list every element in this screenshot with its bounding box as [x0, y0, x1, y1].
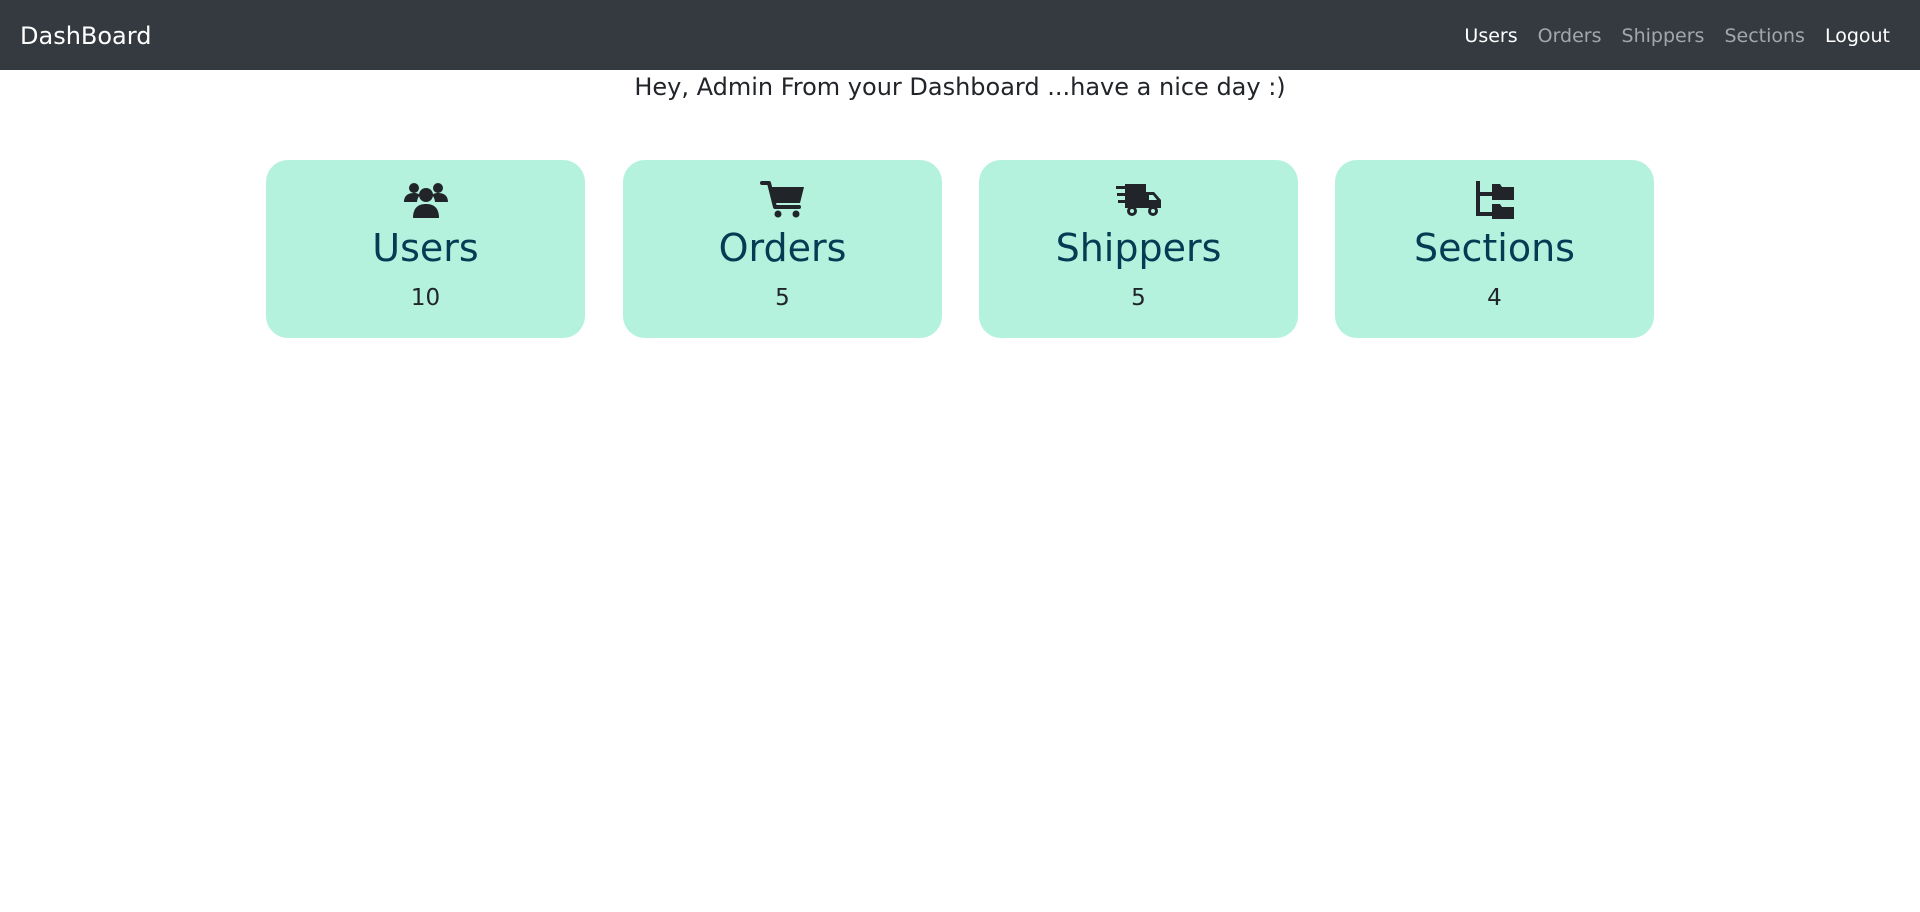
- nav-link-logout[interactable]: Logout: [1825, 25, 1890, 47]
- shippers-card-count: 5: [1131, 285, 1146, 311]
- shopping-cart-icon: [759, 180, 807, 220]
- users-card-count: 10: [410, 285, 441, 311]
- top-navbar: DashBoard Users Orders Shippers Sections…: [0, 0, 1920, 70]
- nav-links: Users Orders Shippers Sections Logout: [1444, 0, 1890, 72]
- greeting-message: Hey, Admin From your Dashboard ...have a…: [634, 73, 1286, 101]
- users-card-title: Users: [372, 226, 479, 270]
- sections-card-title: Sections: [1414, 226, 1575, 270]
- users-icon: [402, 180, 450, 220]
- sections-card[interactable]: Sections 4: [1335, 160, 1654, 338]
- truck-fast-icon: [1115, 180, 1163, 220]
- shippers-card[interactable]: Shippers 5: [979, 160, 1298, 338]
- folder-tree-icon: [1471, 180, 1519, 220]
- orders-card-title: Orders: [718, 226, 847, 270]
- nav-link-users[interactable]: Users: [1464, 25, 1517, 47]
- orders-card[interactable]: Orders 5: [623, 160, 942, 338]
- sections-card-count: 4: [1487, 285, 1502, 311]
- nav-link-orders[interactable]: Orders: [1538, 25, 1602, 47]
- nav-link-sections[interactable]: Sections: [1724, 25, 1805, 47]
- brand-link[interactable]: DashBoard: [20, 0, 151, 72]
- nav-link-shippers[interactable]: Shippers: [1622, 25, 1705, 47]
- users-card[interactable]: Users 10: [266, 160, 585, 338]
- stat-cards: Users 10 Orders 5 Shippers 5 Sections 4: [266, 160, 1656, 338]
- orders-card-count: 5: [775, 285, 790, 311]
- shippers-card-title: Shippers: [1055, 226, 1222, 270]
